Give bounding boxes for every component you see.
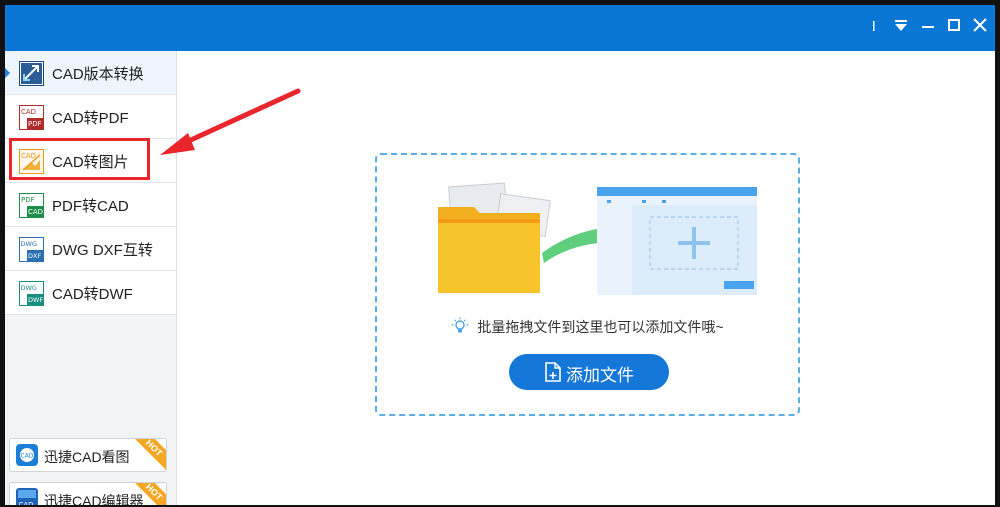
add-file-button-label: 添加文件 [566,366,634,385]
icon-text-pdf: PDF [21,196,35,204]
sidebar-item-cad-to-pdf[interactable]: CAD PDF CAD转PDF [5,95,176,139]
dropdown-menu-icon[interactable] [890,15,912,37]
icon-text-cad: CAD [28,208,43,216]
maximize-icon[interactable] [943,15,965,37]
active-marker [5,68,10,78]
hot-badge: HOT [130,439,166,471]
promo-cad-viewer[interactable]: CAD 迅捷CAD看图 HOT [9,438,167,472]
promo-label: 迅捷CAD编辑器 [44,493,144,505]
dwg-dxf-icon: DWG DXF [19,237,44,262]
file-drop-zone[interactable]: 批量拖拽文件到这里也可以添加文件哦~ 添加文件 [375,153,800,416]
cad-version-icon [19,61,44,86]
sidebar-item-label: DWG DXF互转 [52,242,153,259]
promo-label: 迅捷CAD看图 [44,449,130,465]
sidebar-item-label: CAD转PDF [52,110,129,127]
icon-text-cad: CAD [21,108,36,116]
icon-text-cad: CAD [21,152,36,160]
sidebar-item-label: CAD版本转换 [52,66,144,83]
icon-text-cad: CAD [19,501,34,505]
icon-text-pdf: PDF [28,120,42,128]
add-file-button[interactable]: 添加文件 [509,354,669,390]
sidebar-item-label: CAD转DWF [52,286,133,303]
icon-text-dwf: DWF [28,296,43,304]
cad-to-pdf-icon: CAD PDF [19,105,44,130]
lightbulb-icon [452,317,469,333]
icon-text-dwg: DWG [21,240,37,248]
sidebar-item-cad-to-dwf[interactable]: DWG DWF CAD转DWF [5,271,176,315]
app-window-icon [597,187,757,295]
sidebar-item-label: CAD转图片 [52,154,129,171]
add-file-icon [545,362,561,382]
cad-editor-icon: CAD [16,488,38,505]
sidebar-item-pdf-to-cad[interactable]: PDF CAD PDF转CAD [5,183,176,227]
drop-hint-text: 批量拖拽文件到这里也可以添加文件哦~ [477,319,724,335]
drop-illustration [438,182,757,295]
pdf-to-cad-icon: PDF CAD [19,193,44,218]
icon-text-dwg: DWG [21,284,37,292]
divider-icon [863,15,885,37]
drop-hint: 批量拖拽文件到这里也可以添加文件哦~ [377,317,798,337]
title-bar [5,5,995,51]
promo-cad-editor[interactable]: CAD 迅捷CAD编辑器 HOT [9,482,167,505]
cad-viewer-icon: CAD [16,444,38,466]
sidebar: CAD版本转换 CAD PDF CAD转PDF CAD CAD转图片 PDF C… [5,51,177,505]
sidebar-item-label: PDF转CAD [52,198,129,215]
cad-to-image-icon: CAD [19,149,44,174]
folder-icon [438,182,551,293]
icon-text-cad: CAD [21,453,34,460]
cad-to-dwf-icon: DWG DWF [19,281,44,306]
icon-text-dxf: DXF [28,252,41,260]
sidebar-item-cad-version[interactable]: CAD版本转换 [5,51,176,95]
app-window: CAD版本转换 CAD PDF CAD转PDF CAD CAD转图片 PDF C… [5,5,995,505]
close-icon[interactable] [969,15,991,37]
sidebar-item-cad-to-image[interactable]: CAD CAD转图片 [5,139,176,183]
sidebar-item-dwg-dxf[interactable]: DWG DXF DWG DXF互转 [5,227,176,271]
minimize-icon[interactable] [917,15,939,37]
